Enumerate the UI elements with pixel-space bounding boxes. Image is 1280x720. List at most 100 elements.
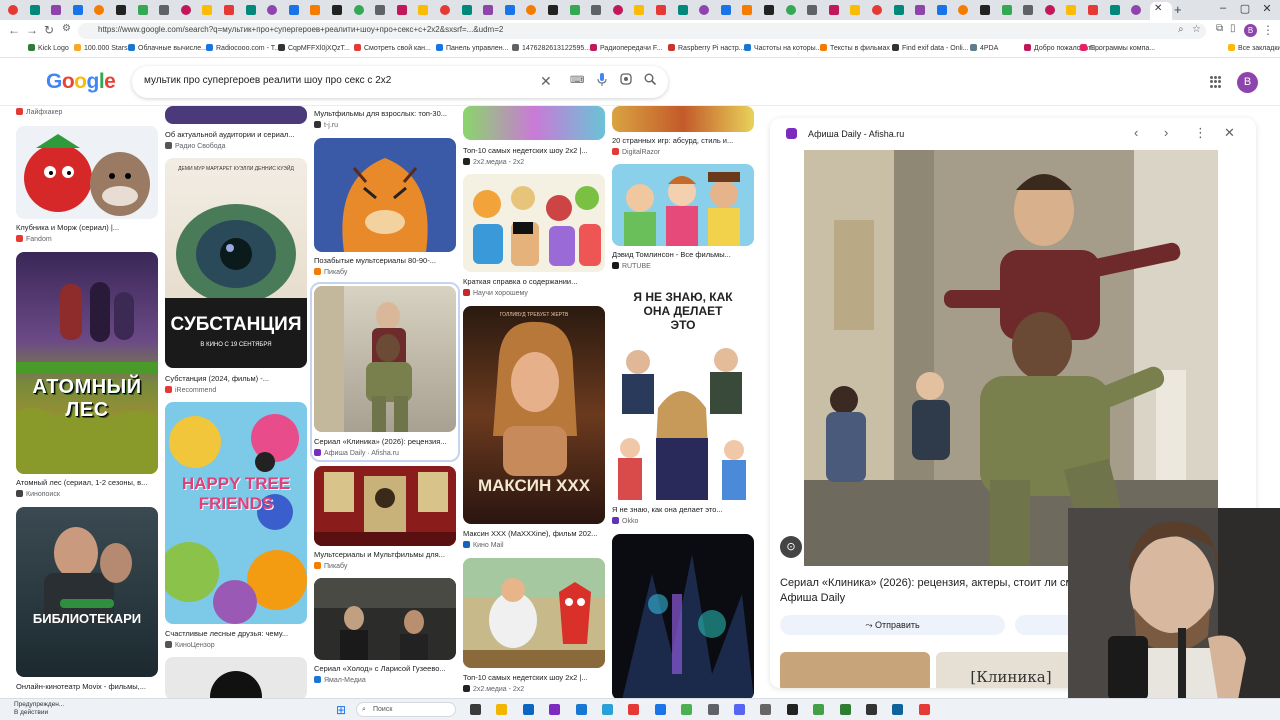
bookmark-item[interactable]: Тексты в фильмах [820, 44, 890, 52]
result-caption[interactable]: Клубника и Морж (сериал) |... [16, 223, 161, 232]
result-caption[interactable]: Топ-10 самых недетских шоу 2x2 |... [463, 146, 608, 155]
keyboard-icon[interactable]: ⌨ [570, 75, 584, 86]
tab-favicon-icon[interactable] [29, 5, 40, 15]
result-thumbnail[interactable]: ГОЛЛИВУД ТРЕБУЕТ ЖЕРТВ МАКСИН XXX [463, 306, 605, 524]
back-arrow-icon[interactable]: ← [8, 23, 20, 37]
taskbar-search[interactable]: ⌕ Поиск [356, 702, 456, 717]
result-thumbnail[interactable] [165, 106, 307, 124]
tab-favicon-icon[interactable] [94, 5, 105, 15]
bookmark-item[interactable]: Raspberry Pi настр... [668, 44, 745, 52]
next-image-icon[interactable]: › [1164, 125, 1168, 140]
close-tab-icon[interactable]: ✕ [1154, 3, 1162, 14]
minimize-button[interactable]: – [1214, 2, 1232, 14]
tab-favicon-icon[interactable] [893, 5, 904, 15]
tab-favicon-icon[interactable] [202, 5, 213, 15]
result-source[interactable]: DigitalRazor [612, 148, 752, 156]
result-caption[interactable]: Краткая справка о содержании... [463, 277, 608, 286]
tab-favicon-icon[interactable] [980, 5, 990, 15]
taskbar-app-icon[interactable] [602, 704, 613, 715]
result-caption[interactable]: Мультсериалы и Мультфильмы для... [314, 550, 459, 559]
windows-start-icon[interactable]: ⊞ [336, 703, 346, 717]
result-thumbnail[interactable] [612, 164, 754, 246]
tab-favicon-icon[interactable] [634, 5, 645, 15]
share-button[interactable]: ⤳ Отправить [780, 615, 1005, 635]
result-thumbnail[interactable] [463, 174, 605, 272]
tab-favicon-icon[interactable] [137, 5, 148, 15]
result-caption[interactable]: Дэвид Томлинсон - Все фильмы... [612, 250, 757, 259]
bookmark-item[interactable]: Радиопередачи F... [590, 44, 662, 52]
result-thumbnail[interactable]: БИБЛИОТЕКАРИ [16, 507, 158, 677]
bookmark-item[interactable]: Частоты на которы... [744, 44, 821, 52]
result-caption[interactable]: Атомный лес (сериал, 1-2 сезоны, в... [16, 478, 161, 487]
zoom-icon[interactable]: ⌕ [1178, 24, 1184, 35]
sidebar-icon[interactable]: ▯ [1230, 23, 1236, 34]
tab-favicon-icon[interactable] [180, 5, 191, 15]
clear-icon[interactable]: ✕ [540, 73, 552, 90]
bookmark-item[interactable]: 1476282613122595... [512, 44, 590, 52]
result-thumbnail[interactable]: HAPPY TREE FRIENDS [165, 402, 307, 624]
tab-favicon-icon[interactable] [569, 5, 580, 15]
tab-favicon-icon[interactable] [936, 5, 947, 15]
search-box[interactable]: мультик про супергероев реалити шоу про … [132, 66, 668, 98]
tab-favicon-icon[interactable] [440, 5, 450, 15]
url-bar[interactable]: https://www.google.com/search?q=мультик+… [78, 23, 1206, 39]
lens-search-icon[interactable]: ⊙ [780, 536, 802, 558]
result-source[interactable]: 2x2.медиа - 2x2 [463, 685, 603, 693]
tab-favicon-icon[interactable] [677, 5, 688, 15]
close-panel-icon[interactable]: ✕ [1224, 125, 1235, 141]
tab-favicon-icon[interactable] [72, 5, 83, 15]
tab-favicon-icon[interactable] [1001, 5, 1012, 15]
forward-arrow-icon[interactable]: → [26, 23, 38, 37]
tab-favicon-icon[interactable] [591, 5, 602, 15]
tab-favicon-icon[interactable] [548, 5, 558, 15]
tab-favicon-icon[interactable] [1109, 5, 1120, 15]
result-caption[interactable]: Счастливые лесные друзья: чему... [165, 629, 310, 638]
result-source[interactable]: КиноЦензор [165, 641, 305, 649]
bookmark-item[interactable]: Панель управлен... [436, 44, 508, 52]
panel-source[interactable]: Афиша Daily - Afisha.ru [808, 129, 904, 139]
result-caption[interactable]: Субстанция (2024, фильм) -... [165, 374, 310, 383]
result-source[interactable]: Кинопоиск [16, 490, 156, 498]
related-thumbnail[interactable]: [Клиника] [936, 652, 1086, 688]
result-thumbnail[interactable] [165, 657, 307, 700]
search-input[interactable]: мультик про супергероев реалити шоу про … [144, 75, 391, 86]
tab-favicon-icon[interactable] [720, 5, 731, 15]
google-apps-icon[interactable] [1210, 76, 1222, 88]
result-caption[interactable]: Я не знаю, как она делает это... [612, 505, 757, 514]
microphone-icon[interactable] [597, 73, 607, 89]
account-avatar[interactable]: B [1237, 72, 1258, 93]
tab-favicon-icon[interactable] [418, 5, 429, 15]
tab-favicon-icon[interactable] [396, 5, 407, 15]
new-tab-button[interactable]: + [1174, 2, 1182, 17]
result-source[interactable]: Лайфхакер [16, 108, 156, 116]
tab-favicon-icon[interactable] [612, 5, 623, 15]
result-source[interactable]: Пикабу [314, 268, 454, 276]
bookmark-star-icon[interactable]: ☆ [1192, 24, 1201, 35]
bookmark-item[interactable]: Kick Logo [28, 44, 69, 52]
result-caption[interactable]: Сериал «Холод» с Ларисой Гузеево... [314, 664, 459, 673]
bookmark-item[interactable]: 4PDA [970, 44, 998, 52]
bookmark-item[interactable]: Все закладки [1228, 44, 1280, 52]
result-source[interactable]: Афиша Daily · Afisha.ru [314, 449, 454, 457]
bookmark-item[interactable]: Облачные вычисле... [128, 44, 207, 52]
previous-image-icon[interactable]: ‹ [1134, 125, 1138, 140]
extensions-icon[interactable]: ⧉ [1216, 23, 1223, 34]
result-thumbnail[interactable] [314, 578, 456, 660]
taskbar-app-icon[interactable] [866, 704, 877, 715]
site-info-icon[interactable]: ⚙ [62, 23, 71, 34]
result-caption[interactable]: Позабытые мультсериалы 80-90-... [314, 256, 459, 265]
tab-favicon-icon[interactable] [915, 5, 926, 15]
result-source[interactable]: Радио Свобода [165, 142, 305, 150]
tab-favicon-icon[interactable] [958, 5, 969, 15]
taskbar-app-icon[interactable] [918, 704, 930, 715]
tab-favicon-icon[interactable] [310, 5, 321, 15]
result-source[interactable]: RUTUBE [612, 262, 752, 270]
tab-favicon-icon[interactable] [699, 5, 710, 15]
tab-favicon-icon[interactable] [8, 5, 18, 15]
result-thumbnail[interactable] [16, 126, 158, 219]
tab-favicon-icon[interactable] [375, 5, 386, 15]
taskbar-app-icon[interactable] [628, 704, 640, 715]
result-source[interactable]: Ямал-Медиа [314, 676, 454, 684]
taskbar-app-icon[interactable] [575, 704, 587, 715]
tab-favicon-icon[interactable] [526, 5, 537, 15]
